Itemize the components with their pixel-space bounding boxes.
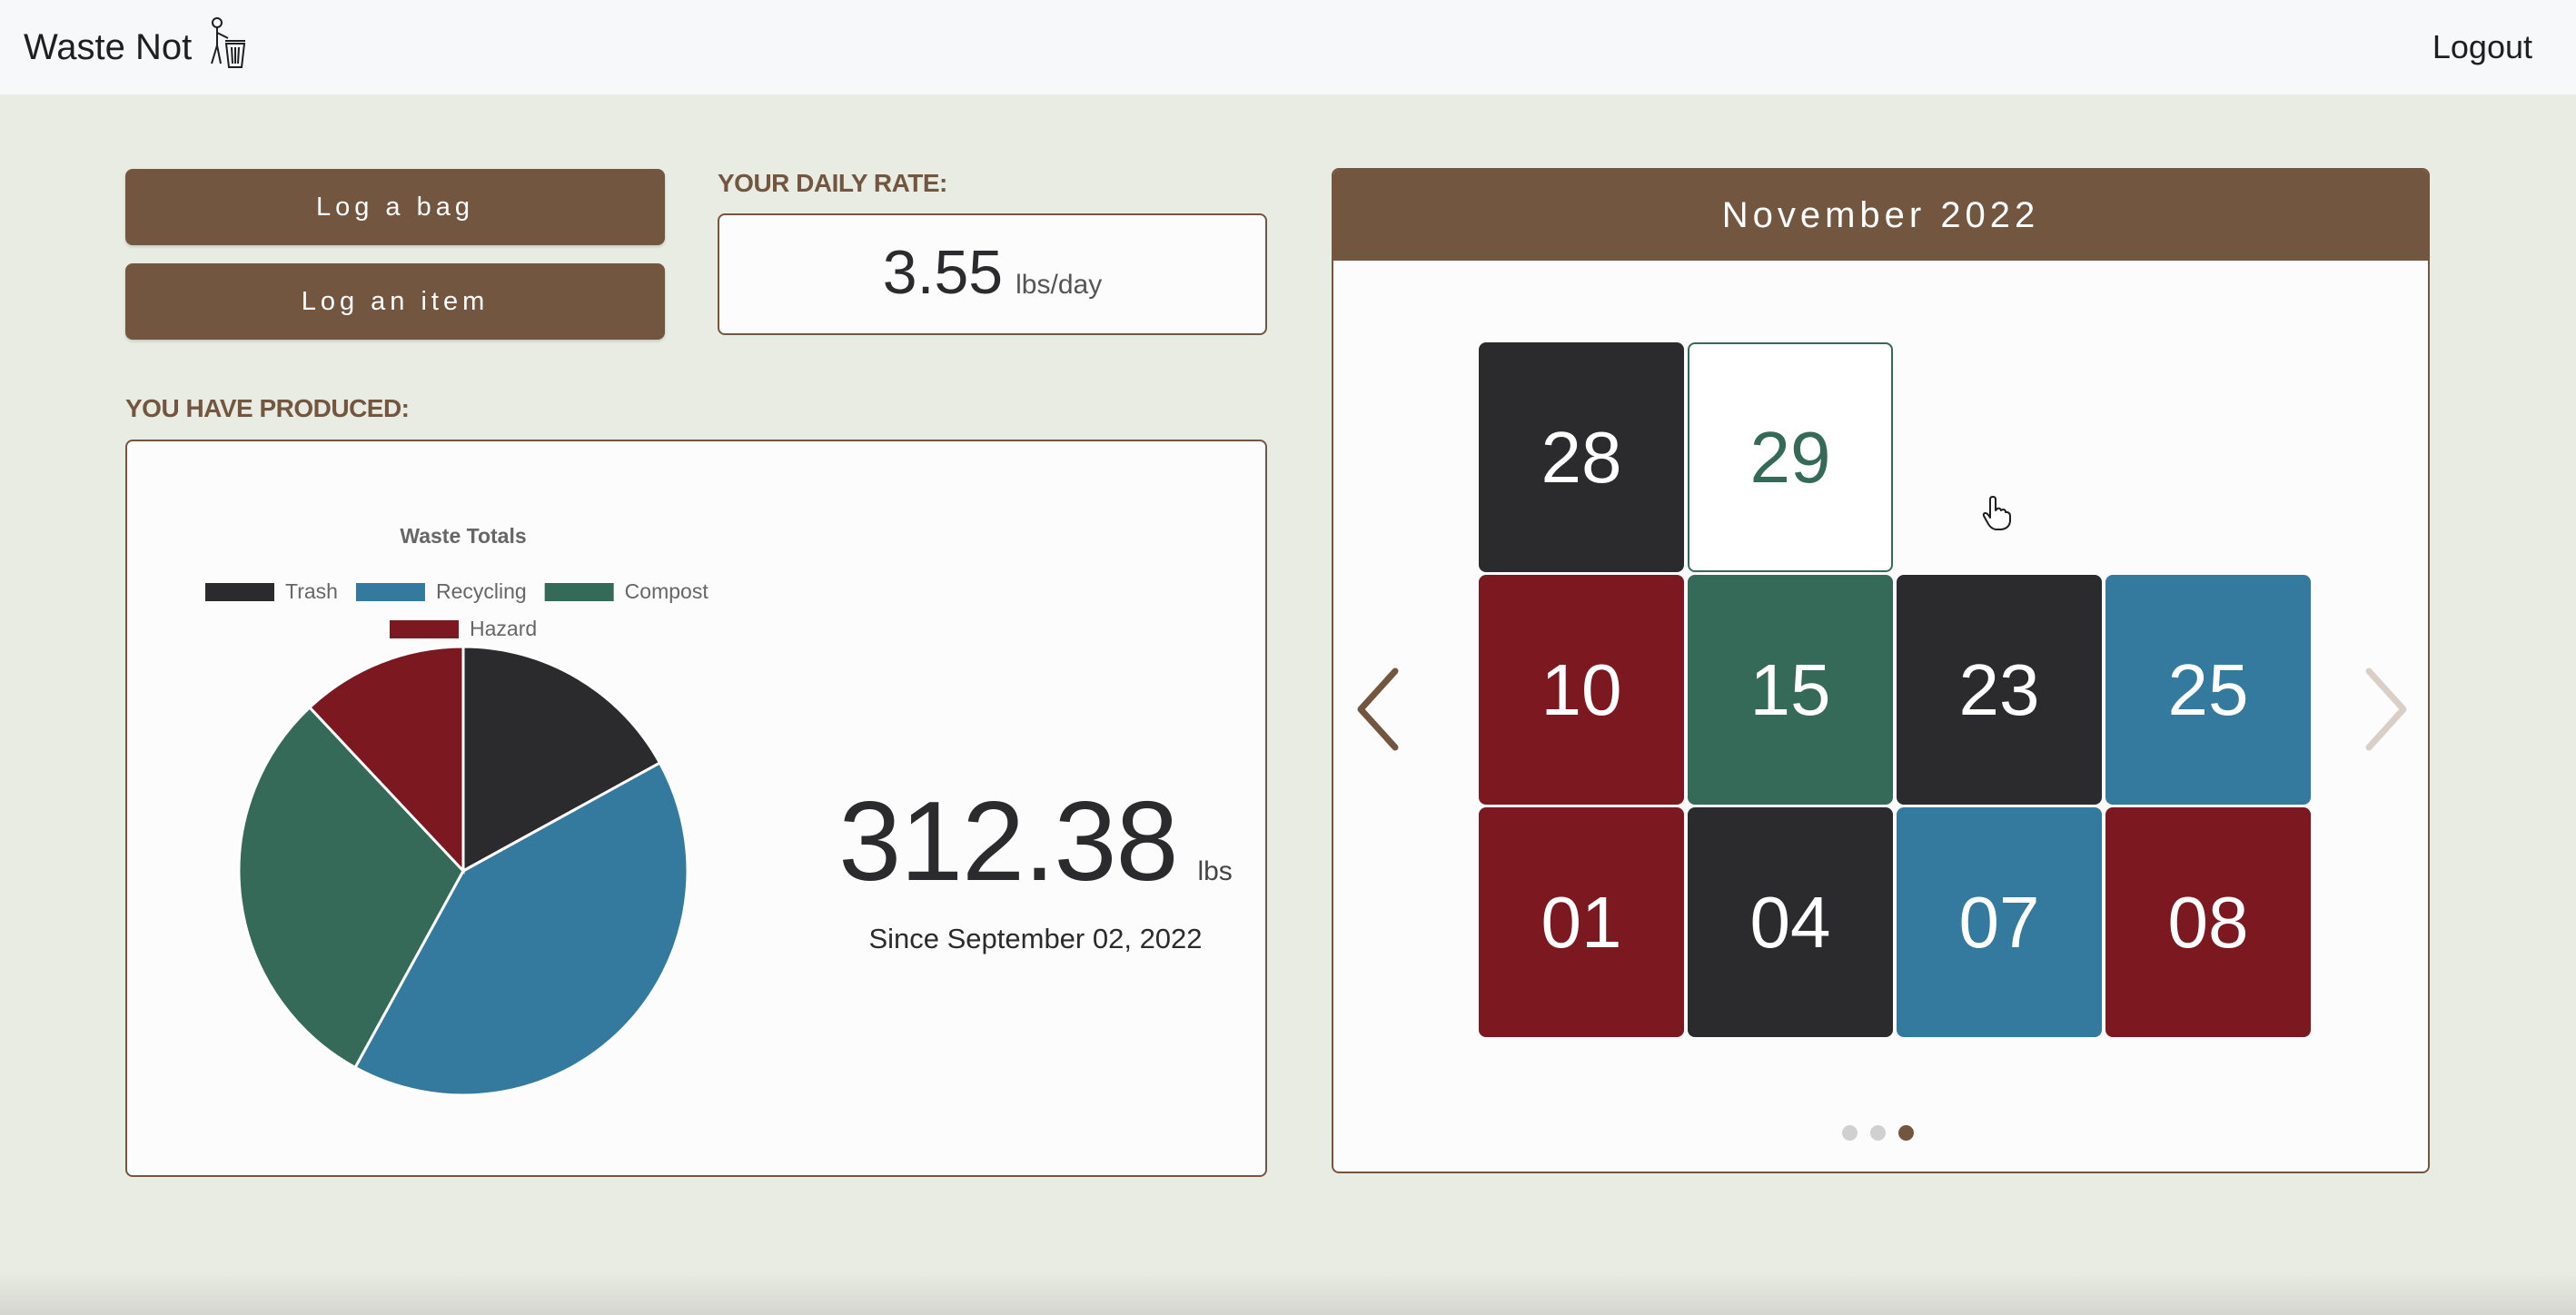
calendar-day-23[interactable]: 23 — [1897, 575, 2102, 805]
calendar-month: November 2022 — [1333, 170, 2428, 261]
daily-rate-box: 3.55 lbs/day — [718, 213, 1267, 335]
daily-rate-value: 3.55 — [882, 238, 1004, 307]
log-item-button[interactable]: Log an item — [125, 263, 665, 340]
person-trash-icon — [204, 16, 248, 78]
legend-swatch-trash[interactable] — [205, 583, 274, 601]
brand[interactable]: Waste Not — [24, 16, 248, 78]
carousel-dot-2[interactable] — [1870, 1125, 1886, 1141]
logout-link[interactable]: Logout — [2432, 28, 2532, 66]
hand-cursor-icon — [1981, 496, 2012, 535]
log-bag-button[interactable]: Log a bag — [125, 169, 665, 245]
calendar-day-08[interactable]: 08 — [2105, 807, 2311, 1037]
legend-label-hazard[interactable]: Hazard — [470, 617, 537, 640]
total-unit: lbs — [1197, 856, 1233, 886]
legend-label-recycling[interactable]: Recycling — [436, 579, 527, 603]
calendar-day-15[interactable]: 15 — [1688, 575, 1893, 805]
chart-title: Waste Totals — [400, 524, 526, 548]
produced-label: YOU HAVE PRODUCED: — [125, 394, 410, 422]
daily-rate-label: YOUR DAILY RATE: — [718, 169, 947, 197]
prev-arrow-icon[interactable] — [1352, 666, 1402, 757]
footer-shadow — [0, 1271, 2576, 1315]
pie-slices — [237, 645, 689, 1097]
chart-legend: Trash Recycling Compost Hazard — [205, 579, 708, 640]
calendar-card: November 2022 29 28 25 23 15 10 08 07 04 01 — [1332, 168, 2430, 1173]
carousel-indicators — [1842, 1125, 1914, 1141]
carousel-dot-3[interactable] — [1898, 1125, 1914, 1141]
calendar-day-01[interactable]: 01 — [1479, 807, 1684, 1037]
produced-card: Waste Totals Trash Recycling Compost Hazard… — [125, 440, 1267, 1177]
calendar-day-28[interactable]: 28 — [1479, 342, 1684, 572]
calendar-day-25[interactable]: 25 — [2105, 575, 2311, 805]
legend-swatch-recycling[interactable] — [355, 583, 425, 601]
next-arrow-icon[interactable] — [2362, 666, 2413, 757]
legend-swatch-hazard[interactable] — [390, 620, 459, 638]
calendar-day-04[interactable]: 04 — [1688, 807, 1893, 1037]
calendar-day-10[interactable]: 10 — [1479, 575, 1684, 805]
app-title: Waste Not — [24, 26, 193, 67]
navbar: Waste Not Logout — [0, 0, 2576, 94]
legend-swatch-compost[interactable] — [544, 583, 614, 601]
legend-label-trash[interactable]: Trash — [285, 579, 338, 603]
daily-rate-unit: lbs/day — [1016, 270, 1103, 300]
waste-pie-chart: Waste Totals Trash Recycling Compost Hazard — [205, 524, 708, 1097]
legend-label-compost[interactable]: Compost — [625, 579, 709, 603]
since-date: Since September 02, 2022 — [868, 923, 1203, 954]
calendar-day-07[interactable]: 07 — [1897, 807, 2102, 1037]
calendar-day-29[interactable]: 29 — [1688, 342, 1893, 572]
total-value: 312.38 — [838, 779, 1178, 905]
total-summary: 312.38 lbs Since September 02, 2022 — [827, 777, 1244, 955]
carousel-dot-1[interactable] — [1842, 1125, 1858, 1141]
